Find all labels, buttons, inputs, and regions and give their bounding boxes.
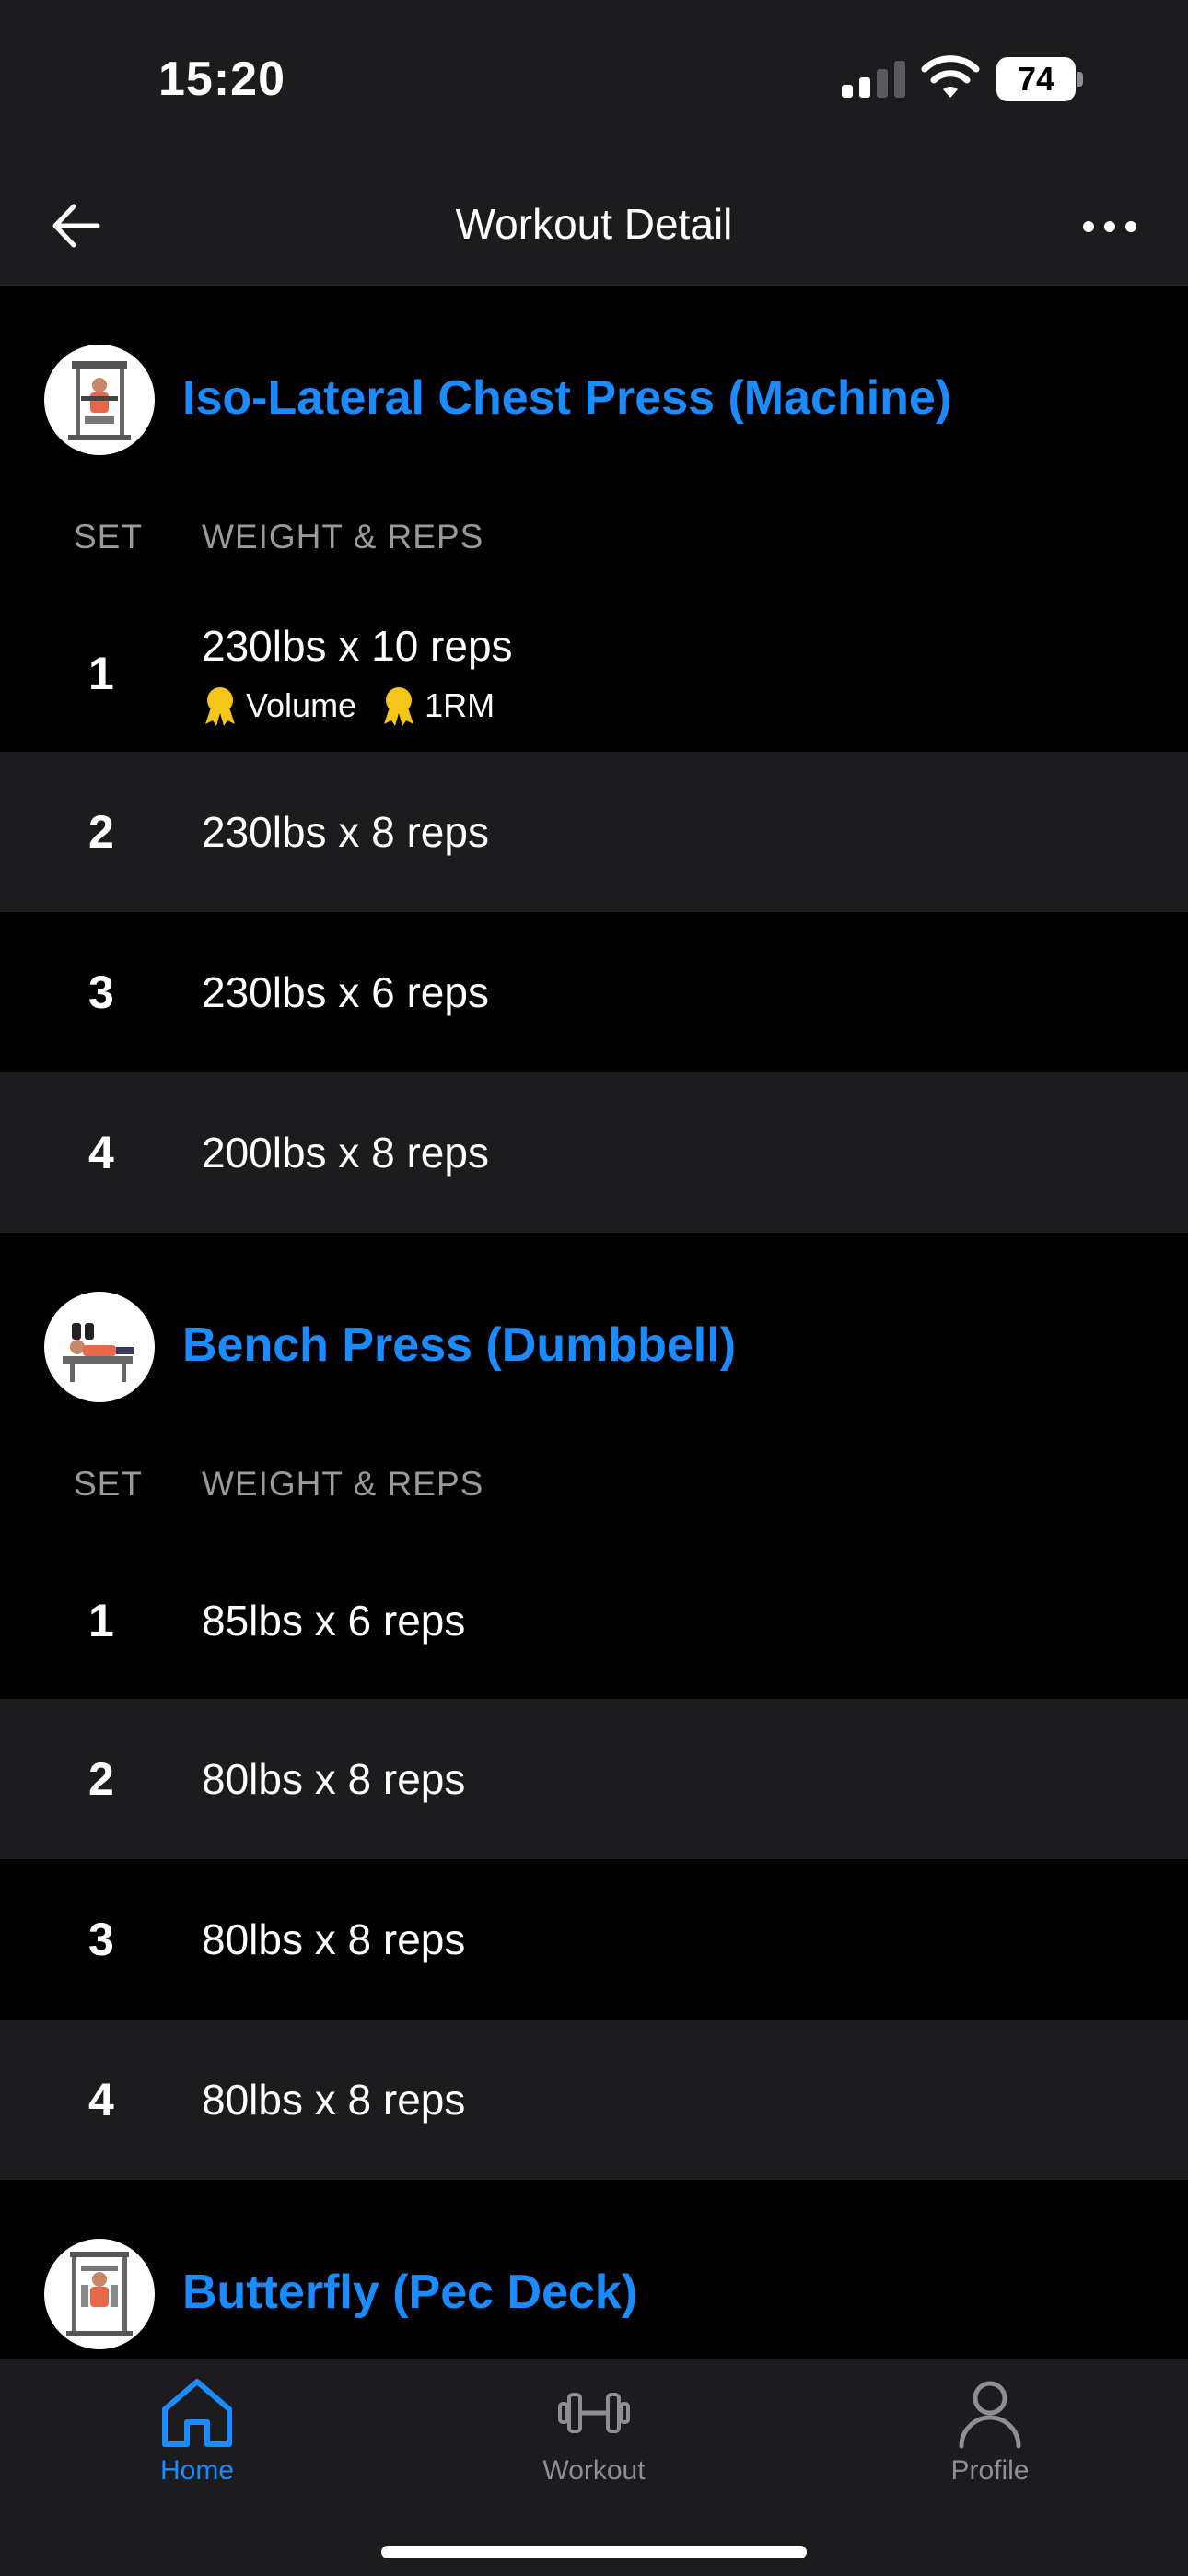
set-row: 2 230lbs x 8 reps xyxy=(0,752,1188,912)
exercise-card: Iso-Lateral Chest Press (Machine) SET WE… xyxy=(0,286,1188,1233)
medal-icon xyxy=(205,687,235,726)
badge-label: Volume xyxy=(246,686,357,724)
record-badges: Volume 1RM xyxy=(202,685,495,726)
home-indicator xyxy=(381,2546,807,2558)
exercise-header[interactable]: Iso-Lateral Chest Press (Machine) xyxy=(0,286,1188,503)
set-value: 230lbs x 8 reps xyxy=(202,808,489,856)
set-value: 80lbs x 8 reps xyxy=(202,1755,466,1803)
exercise-header[interactable]: Bench Press (Dumbbell) xyxy=(0,1233,1188,1450)
tab-label: Home xyxy=(159,2455,235,2486)
exercise-card: Butterfly (Pec Deck) xyxy=(0,2180,1188,2359)
dumbbell-bench-press-icon xyxy=(44,1292,155,1402)
column-headers: SET WEIGHT & REPS xyxy=(0,503,1188,595)
cellular-signal-icon xyxy=(842,61,905,98)
set-row: 1 230lbs x 10 reps Volume 1RM xyxy=(0,595,1188,752)
exercise-title[interactable]: Iso-Lateral Chest Press (Machine) xyxy=(182,370,951,426)
one-rep-max-badge: 1RM xyxy=(380,685,495,726)
home-icon xyxy=(162,2379,232,2447)
set-row: 4 200lbs x 8 reps xyxy=(0,1072,1188,1233)
set-number: 1 xyxy=(88,648,114,699)
column-headers: SET WEIGHT & REPS xyxy=(0,1450,1188,1542)
status-bar: 15:20 74 xyxy=(0,0,1188,166)
tab-label: Profile xyxy=(950,2455,1030,2486)
set-row: 3 230lbs x 6 reps xyxy=(0,912,1188,1072)
pec-deck-machine-icon xyxy=(44,2239,155,2349)
set-number: 3 xyxy=(88,1914,114,1965)
tab-bar: Home Workout Profile xyxy=(0,2359,1188,2576)
volume-badge: Volume xyxy=(202,685,356,726)
wifi-icon xyxy=(921,55,980,98)
set-row: 3 80lbs x 8 reps xyxy=(0,1859,1188,2020)
exercise-title[interactable]: Butterfly (Pec Deck) xyxy=(182,2265,637,2320)
exercise-header[interactable]: Butterfly (Pec Deck) xyxy=(0,2180,1188,2359)
set-column-header: SET xyxy=(74,1465,143,1503)
chest-press-machine-icon xyxy=(44,345,155,455)
set-value: 200lbs x 8 reps xyxy=(202,1129,489,1177)
set-value: 85lbs x 6 reps xyxy=(202,1597,466,1645)
set-value: 80lbs x 8 reps xyxy=(202,1915,466,1963)
set-row: 1 85lbs x 6 reps xyxy=(0,1542,1188,1699)
set-value: 230lbs x 6 reps xyxy=(202,968,489,1016)
weight-reps-column-header: WEIGHT & REPS xyxy=(202,1465,484,1503)
ellipsis-icon[interactable] xyxy=(1081,208,1138,245)
set-number: 1 xyxy=(88,1595,114,1646)
dumbbell-icon xyxy=(558,2393,630,2433)
set-value: 230lbs x 10 reps xyxy=(202,622,513,670)
tab-workout[interactable]: Workout xyxy=(493,2376,695,2514)
status-time: 15:20 xyxy=(158,53,285,106)
weight-reps-column-header: WEIGHT & REPS xyxy=(202,518,484,556)
badge-label: 1RM xyxy=(425,686,495,724)
battery-icon: 74 xyxy=(996,57,1083,101)
set-number: 2 xyxy=(88,806,114,858)
battery-level: 74 xyxy=(1017,60,1055,98)
set-row: 4 80lbs x 8 reps xyxy=(0,2020,1188,2180)
person-icon xyxy=(959,2381,1021,2449)
exercise-card: Bench Press (Dumbbell) SET WEIGHT & REPS… xyxy=(0,1233,1188,2180)
set-value: 80lbs x 8 reps xyxy=(202,2076,466,2124)
navigation-bar: Workout Detail xyxy=(0,166,1188,286)
set-column-header: SET xyxy=(74,518,143,556)
workout-content[interactable]: Iso-Lateral Chest Press (Machine) SET WE… xyxy=(0,286,1188,2359)
set-number: 2 xyxy=(88,1753,114,1805)
tab-home[interactable]: Home xyxy=(96,2376,298,2514)
set-number: 3 xyxy=(88,966,114,1018)
set-row: 2 80lbs x 8 reps xyxy=(0,1699,1188,1859)
set-number: 4 xyxy=(88,2074,114,2125)
page-title: Workout Detail xyxy=(455,200,733,248)
exercise-title[interactable]: Bench Press (Dumbbell) xyxy=(182,1317,736,1373)
medal-icon xyxy=(384,687,414,726)
tab-profile[interactable]: Profile xyxy=(889,2376,1091,2514)
set-number: 4 xyxy=(88,1127,114,1178)
tab-label: Workout xyxy=(542,2455,646,2486)
